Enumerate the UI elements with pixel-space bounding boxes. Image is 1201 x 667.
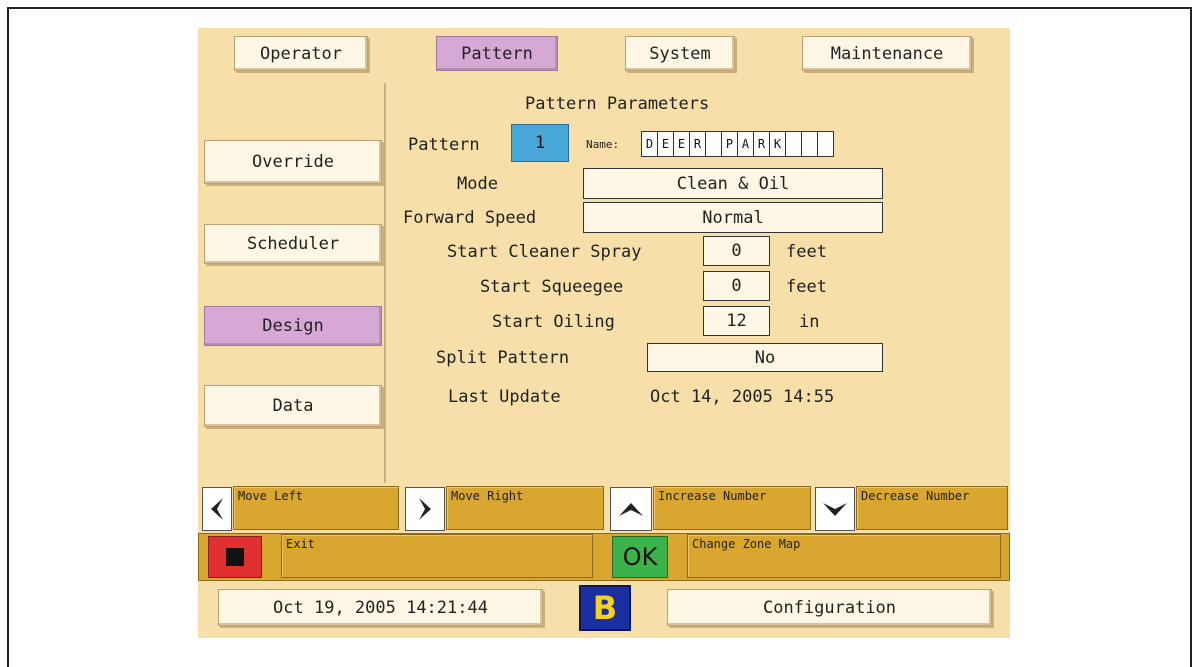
start-squeegee-label: Start Squeegee bbox=[480, 277, 624, 297]
move-right-hint: Move Right bbox=[446, 486, 604, 530]
chevron-down-icon bbox=[823, 503, 847, 516]
name-char: K bbox=[770, 132, 786, 156]
name-char: D bbox=[642, 132, 658, 156]
pattern-name-field[interactable]: D E E R P A R K bbox=[641, 131, 834, 157]
chevron-up-icon bbox=[619, 503, 643, 516]
decrease-hint: Decrease Number bbox=[856, 486, 1008, 530]
name-char: E bbox=[658, 132, 674, 156]
forward-speed-label: Forward Speed bbox=[403, 208, 537, 228]
move-left-hint: Move Left bbox=[233, 486, 399, 530]
pattern-label: Pattern bbox=[408, 135, 480, 155]
name-char: A bbox=[738, 132, 754, 156]
exit-hint: Exit bbox=[281, 534, 593, 578]
name-label: Name: bbox=[586, 138, 620, 151]
split-pattern-field[interactable]: No bbox=[647, 343, 883, 372]
name-char: R bbox=[754, 132, 770, 156]
last-update-value: Oct 14, 2005 14:55 bbox=[650, 387, 835, 407]
last-update-label: Last Update bbox=[448, 387, 561, 407]
chevron-left-icon bbox=[211, 498, 223, 520]
start-oiling-label: Start Oiling bbox=[492, 312, 615, 332]
start-cleaner-field[interactable]: 0 bbox=[703, 236, 770, 266]
change-zone-hint: Change Zone Map bbox=[687, 534, 1001, 578]
name-char: P bbox=[722, 132, 738, 156]
move-left-button[interactable] bbox=[202, 487, 232, 531]
mode-field[interactable]: Clean & Oil bbox=[583, 168, 883, 199]
name-char bbox=[818, 132, 833, 156]
side-item-scheduler[interactable]: Scheduler bbox=[204, 224, 382, 264]
configuration-button[interactable]: Configuration bbox=[667, 589, 992, 626]
move-right-button[interactable] bbox=[405, 487, 445, 531]
decrease-button[interactable] bbox=[815, 487, 855, 531]
pattern-number-field[interactable]: 1 bbox=[511, 124, 569, 162]
exit-button[interactable] bbox=[208, 536, 262, 578]
control-screen: Operator Pattern System Maintenance Over… bbox=[198, 28, 1010, 638]
side-item-data[interactable]: Data bbox=[204, 385, 382, 427]
chevron-right-icon bbox=[419, 498, 431, 520]
stop-icon bbox=[226, 548, 244, 566]
start-cleaner-unit: feet bbox=[786, 242, 827, 262]
name-char: E bbox=[674, 132, 690, 156]
name-char bbox=[706, 132, 722, 156]
tab-operator[interactable]: Operator bbox=[234, 36, 368, 71]
page-title: Pattern Parameters bbox=[525, 94, 710, 114]
name-char bbox=[786, 132, 802, 156]
name-char bbox=[802, 132, 818, 156]
increase-button[interactable] bbox=[610, 487, 652, 531]
name-char: R bbox=[690, 132, 706, 156]
increase-hint: Increase Number bbox=[653, 486, 811, 530]
tab-maintenance[interactable]: Maintenance bbox=[802, 36, 972, 71]
current-datetime: Oct 19, 2005 14:21:44 bbox=[218, 589, 543, 626]
start-cleaner-label: Start Cleaner Spray bbox=[447, 242, 642, 262]
start-squeegee-unit: feet bbox=[786, 277, 827, 297]
side-item-design[interactable]: Design bbox=[204, 306, 382, 346]
start-oiling-unit: in bbox=[799, 312, 820, 332]
tab-pattern[interactable]: Pattern bbox=[436, 36, 558, 71]
start-squeegee-field[interactable]: 0 bbox=[703, 271, 770, 301]
start-oiling-field[interactable]: 12 bbox=[703, 306, 770, 336]
tab-system[interactable]: System bbox=[625, 36, 735, 71]
forward-speed-field[interactable]: Normal bbox=[583, 202, 883, 233]
brand-logo[interactable]: B bbox=[579, 585, 631, 631]
mode-label: Mode bbox=[457, 174, 498, 194]
ok-button[interactable]: OK bbox=[612, 536, 668, 578]
split-pattern-label: Split Pattern bbox=[436, 348, 570, 368]
side-item-override[interactable]: Override bbox=[204, 140, 382, 184]
